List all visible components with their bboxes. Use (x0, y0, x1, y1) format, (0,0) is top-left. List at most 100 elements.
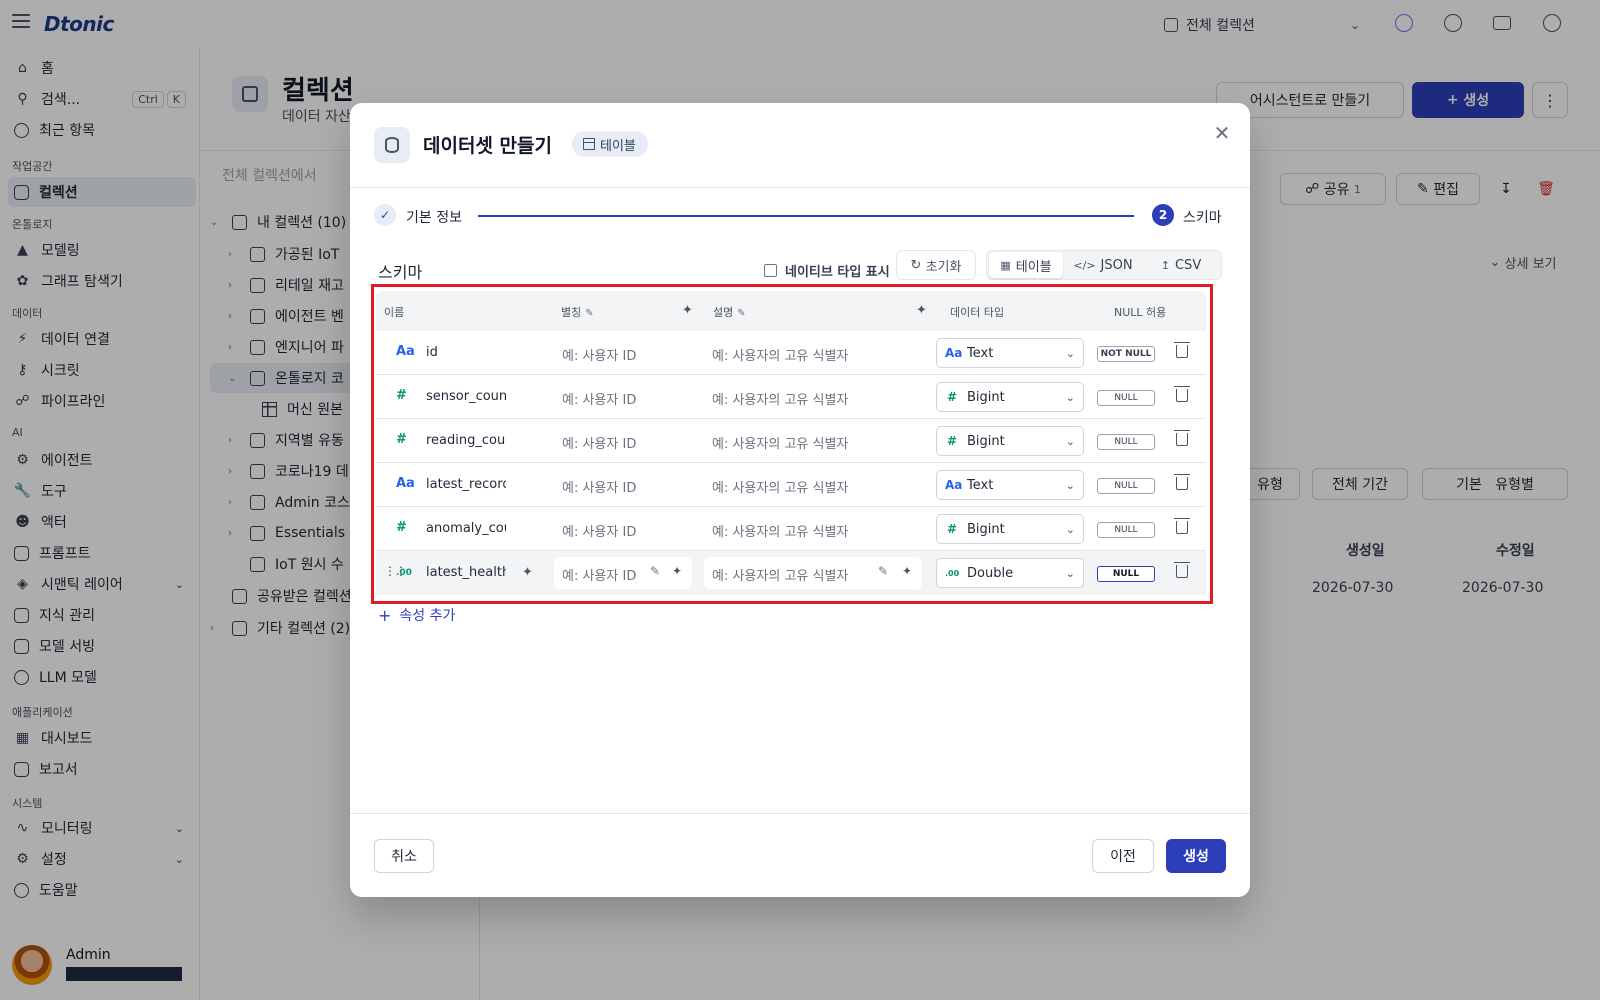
tab-table[interactable]: ▦ 테이블 (989, 252, 1063, 278)
number-type-icon: # (396, 520, 407, 535)
text-type-icon: Aa (396, 476, 415, 491)
ai-sparkle-icon[interactable]: ✦ (902, 564, 912, 578)
modal-title: 데이터셋 만들기 (423, 135, 552, 157)
add-attribute-button[interactable]: + 속성 추가 (378, 605, 455, 625)
plus-icon: + (378, 605, 392, 625)
number-type-icon: # (396, 432, 407, 447)
nullable-toggle[interactable]: NOT NULL (1097, 346, 1155, 362)
close-icon[interactable]: ✕ (1212, 123, 1232, 143)
table-row-hovered: ⋮⋮ .00 latest_health_score ✦ 예: 사용자 ID ✎… (376, 551, 1206, 595)
alias-input[interactable]: 예: 사용자 ID (562, 477, 636, 496)
data-type-select[interactable]: .00 Double ⌄ (936, 558, 1084, 588)
chevron-down-icon: ⌄ (1065, 522, 1075, 536)
pencil-icon: ✎ (737, 308, 746, 319)
schema-table-header: 이름 별칭 ✎ ✦ 설명 ✎ ✦ 데이터 타입 NULL 허용 (376, 291, 1206, 331)
field-name[interactable]: id (426, 345, 506, 360)
alias-input[interactable]: 예: 사용자 ID (562, 433, 636, 452)
table-row: # anomaly_count 예: 사용자 ID 예: 사용자의 고유 식별자… (376, 507, 1206, 551)
table-row: # reading_count 예: 사용자 ID 예: 사용자의 고유 식별자… (376, 419, 1206, 463)
database-icon (374, 127, 410, 163)
tab-json[interactable]: </> JSON (1063, 252, 1143, 278)
trash-icon[interactable] (1174, 474, 1190, 490)
nullable-toggle[interactable]: NULL (1097, 566, 1155, 582)
column-header-name: 이름 (384, 306, 405, 319)
trash-icon[interactable] (1174, 562, 1190, 578)
description-input[interactable]: 예: 사용자의 고유 식별자 (712, 565, 848, 584)
field-name[interactable]: sensor_count (426, 389, 506, 404)
refresh-icon: ↻ (910, 257, 926, 273)
step-basic-info[interactable]: 기본 정보 (406, 207, 462, 227)
trash-icon[interactable] (1174, 430, 1190, 446)
data-type-select[interactable]: # Bigint ⌄ (936, 382, 1084, 412)
alias-input[interactable]: 예: 사용자 ID (562, 345, 636, 364)
field-name[interactable]: latest_recorded (426, 477, 506, 492)
trash-icon[interactable] (1174, 342, 1190, 358)
table-icon (583, 138, 595, 150)
column-header-nullable: NULL 허용 (1114, 306, 1167, 319)
table-row: Aa id 예: 사용자 ID 예: 사용자의 고유 식별자 Aa Text ⌄ N… (376, 331, 1206, 375)
reset-button[interactable]: ↻ 초기화 (896, 250, 976, 280)
table-row: Aa latest_recorded 예: 사용자 ID 예: 사용자의 고유 … (376, 463, 1206, 507)
step-schema: 스키마 (1183, 210, 1222, 226)
text-type-icon: Aa (396, 344, 415, 359)
nullable-toggle[interactable]: NULL (1097, 434, 1155, 450)
checkbox-icon[interactable] (764, 264, 777, 277)
chevron-down-icon: ⌄ (1065, 346, 1075, 360)
code-icon: </> (1073, 258, 1096, 272)
field-name[interactable]: reading_count (426, 433, 506, 448)
upload-icon: ↥ (1160, 258, 1170, 272)
ai-sparkle-icon[interactable]: ✦ (522, 565, 533, 580)
alias-input[interactable]: 예: 사용자 ID (562, 389, 636, 408)
pencil-icon: ✎ (585, 308, 594, 319)
trash-icon[interactable] (1174, 518, 1190, 534)
trash-icon[interactable] (1174, 386, 1190, 402)
modal-header-divider (350, 187, 1250, 188)
modal-footer-divider (350, 813, 1250, 814)
create-dataset-modal: 데이터셋 만들기 테이블 ✕ ✓ 기본 정보 2 스키마 스키마 네이티브 타입… (350, 103, 1250, 897)
chevron-down-icon: ⌄ (1065, 566, 1075, 580)
alias-input[interactable]: 예: 사용자 ID (562, 521, 636, 540)
column-header-description: 설명 ✎ (713, 306, 746, 319)
decimal-type-icon: .00 (396, 568, 412, 578)
ai-sparkle-icon[interactable]: ✦ (672, 564, 682, 578)
cancel-button[interactable]: 취소 (374, 839, 434, 873)
description-input-field[interactable]: 예: 사용자의 고유 식별자 ✎ ✦ (704, 557, 922, 589)
column-header-alias: 별칭 ✎ (561, 306, 594, 319)
nullable-toggle[interactable]: NULL (1097, 390, 1155, 406)
data-type-select[interactable]: Aa Text ⌄ (936, 338, 1084, 368)
pencil-icon[interactable]: ✎ (650, 564, 660, 578)
chevron-down-icon: ⌄ (1065, 390, 1075, 404)
column-header-data-type: 데이터 타입 (950, 306, 1005, 319)
data-type-select[interactable]: # Bigint ⌄ (936, 426, 1084, 456)
ai-sparkle-icon[interactable]: ✦ (682, 303, 693, 318)
check-icon[interactable]: ✓ (374, 204, 396, 226)
data-type-select[interactable]: Aa Text ⌄ (936, 470, 1084, 500)
field-name[interactable]: latest_health_score (426, 565, 506, 580)
number-type-icon: # (396, 388, 407, 403)
description-input[interactable]: 예: 사용자의 고유 식별자 (712, 389, 848, 408)
native-type-checkbox[interactable]: 네이티브 타입 표시 (764, 261, 890, 280)
stepper-progress-line (478, 215, 1134, 217)
schema-view-tabs: ▦ 테이블 </> JSON ↥ CSV (986, 250, 1222, 280)
nullable-toggle[interactable]: NULL (1097, 478, 1155, 494)
nullable-toggle[interactable]: NULL (1097, 522, 1155, 538)
description-input[interactable]: 예: 사용자의 고유 식별자 (712, 521, 848, 540)
create-dataset-button[interactable]: 생성 (1166, 839, 1226, 873)
alias-input[interactable]: 예: 사용자 ID (562, 565, 636, 584)
ai-sparkle-icon[interactable]: ✦ (916, 303, 927, 318)
description-input[interactable]: 예: 사용자의 고유 식별자 (712, 477, 848, 496)
alias-input-field[interactable]: 예: 사용자 ID ✎ ✦ (554, 557, 692, 589)
chevron-down-icon: ⌄ (1065, 478, 1075, 492)
table-row: # sensor_count 예: 사용자 ID 예: 사용자의 고유 식별자 … (376, 375, 1206, 419)
schema-table: 이름 별칭 ✎ ✦ 설명 ✎ ✦ 데이터 타입 NULL 허용 Aa id 예: 사… (376, 291, 1206, 599)
chevron-down-icon: ⌄ (1065, 434, 1075, 448)
previous-button[interactable]: 이전 (1092, 839, 1154, 873)
tab-csv[interactable]: ↥ CSV (1143, 252, 1219, 278)
schema-section-title: 스키마 (378, 263, 423, 282)
description-input[interactable]: 예: 사용자의 고유 식별자 (712, 433, 848, 452)
field-name[interactable]: anomaly_count (426, 521, 506, 536)
pencil-icon[interactable]: ✎ (878, 564, 888, 578)
description-input[interactable]: 예: 사용자의 고유 식별자 (712, 345, 848, 364)
table-type-badge: 테이블 (572, 131, 648, 157)
data-type-select[interactable]: # Bigint ⌄ (936, 514, 1084, 544)
